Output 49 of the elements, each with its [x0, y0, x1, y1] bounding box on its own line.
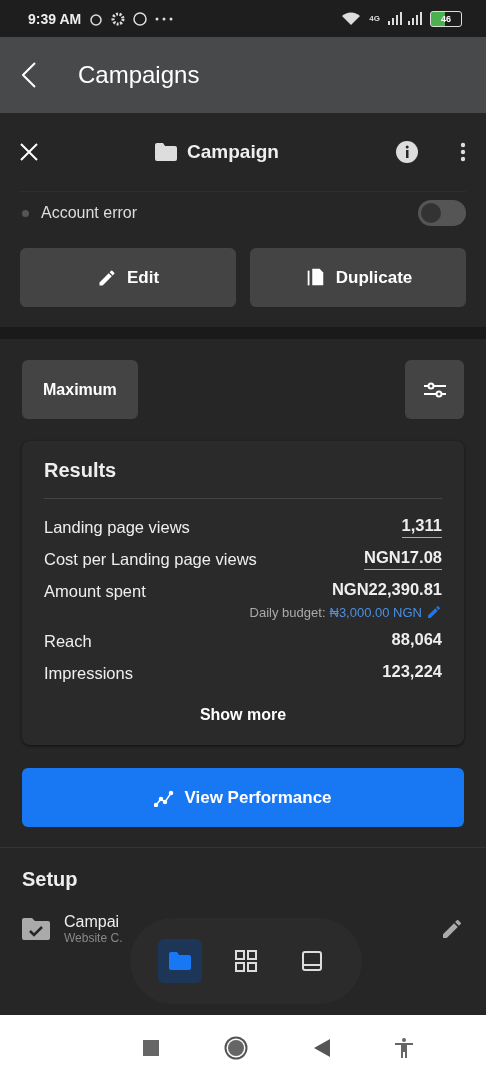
- metric-label: Landing page views: [44, 517, 190, 537]
- sliders-icon: [423, 381, 446, 398]
- card-title: Results: [44, 459, 442, 499]
- view-performance-button[interactable]: View Performance: [22, 768, 464, 827]
- close-icon[interactable]: [20, 143, 38, 161]
- metric-value: 123,224: [382, 662, 442, 682]
- status-dot: [22, 209, 29, 217]
- status-time: 9:39 AM: [28, 10, 82, 27]
- section-title: Setup: [22, 868, 79, 891]
- accessibility-icon[interactable]: [395, 1037, 414, 1058]
- setup-item-title: Campai: [64, 913, 121, 931]
- folder-icon: [169, 952, 191, 970]
- network-label: 4G: [369, 14, 380, 23]
- trend-icon: [154, 788, 175, 807]
- metric-label: Cost per Landing page views: [44, 549, 257, 569]
- date-range-button[interactable]: Maximum: [22, 360, 138, 419]
- pencil-icon: [426, 604, 442, 620]
- campaign-toggle[interactable]: [418, 200, 466, 226]
- home-icon[interactable]: [224, 1035, 249, 1060]
- info-icon[interactable]: [396, 141, 418, 163]
- setup-item-subtitle: Website C.: [64, 931, 124, 945]
- back-triangle-icon[interactable]: [313, 1038, 330, 1057]
- show-more-button[interactable]: Show more: [193, 705, 293, 725]
- wifi-icon: [341, 11, 362, 26]
- metric-value[interactable]: NGN17.08: [364, 548, 442, 570]
- metric-label: Reach: [44, 631, 92, 651]
- budget-value[interactable]: ₦3,000.00 NGN: [329, 604, 422, 620]
- metric-value[interactable]: 1,311: [401, 516, 442, 538]
- duplicate-button[interactable]: Duplicate: [250, 248, 466, 307]
- metric-label: Impressions: [44, 663, 133, 683]
- more-icon: [155, 16, 174, 21]
- menu-icon[interactable]: [460, 142, 466, 162]
- recents-icon[interactable]: [142, 1039, 159, 1056]
- pencil-icon: [440, 917, 464, 941]
- back-icon[interactable]: [22, 62, 36, 88]
- panel-title: Campaign: [187, 141, 279, 163]
- status-label: Account error: [41, 204, 139, 222]
- filter-button[interactable]: [405, 360, 464, 419]
- metric-label: Amount spent: [44, 581, 146, 601]
- grid-icon: [235, 950, 257, 972]
- signal-icon: [388, 12, 422, 25]
- metric-value: 88,064: [391, 630, 442, 650]
- edit-button[interactable]: Edit: [20, 248, 236, 307]
- folder-icon: [155, 143, 178, 161]
- metric-value: NGN22,390.81: [331, 580, 442, 600]
- budget-label: Daily budget:: [249, 604, 326, 620]
- folder-check-icon: [22, 917, 50, 941]
- page-title: Campaigns: [78, 61, 200, 89]
- tablet-icon: [302, 951, 322, 971]
